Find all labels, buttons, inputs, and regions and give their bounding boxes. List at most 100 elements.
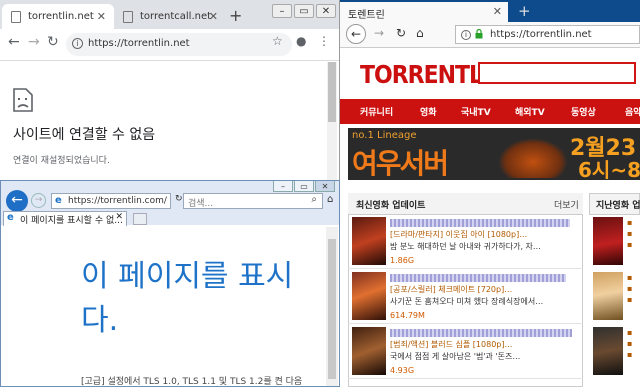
menu-item-video[interactable]: 동영상 — [571, 105, 596, 118]
search-input[interactable]: 검색... ⌕ — [183, 193, 323, 209]
ie-toolbar: – ▭ ✕ ← → e https://torrentlin.com/ ↻ 검색… — [1, 181, 339, 226]
home-icon[interactable]: ⌂ — [416, 26, 424, 40]
scrollbar-thumb[interactable] — [328, 62, 336, 122]
desktop: torrentlin.net ✕ torrentcall.net ✕ + – ▭… — [0, 0, 640, 387]
chrome-tab-strip: torrentlin.net ✕ torrentcall.net ✕ + – ▭… — [0, 0, 339, 29]
ie-logo-icon: e — [7, 212, 14, 223]
movie-poster[interactable] — [593, 327, 623, 375]
firefox-tab[interactable]: 토렌트린 ✕ — [340, 2, 508, 22]
minimize-icon[interactable]: – — [273, 181, 293, 192]
menu-item-movie[interactable]: 영화 — [420, 105, 437, 118]
banner-server: 여우서버 — [352, 147, 449, 180]
movie-poster[interactable] — [352, 217, 386, 265]
site-menu: 커뮤니티 영화 국내TV 해외TV 동영상 음악 — [340, 99, 640, 124]
firefox-window: 토렌트린 ✕ + ← → ↻ ⌂ i https://torrentlin.ne… — [340, 0, 640, 387]
new-tab-button[interactable]: + — [518, 2, 531, 20]
home-icon[interactable]: ⌂ — [327, 194, 333, 205]
ie-tab[interactable]: e 이 페이지를 표시할 수 없... ✕ — [3, 211, 127, 226]
side-movie-text[interactable]: ▪ ▪ ▪ — [627, 217, 640, 265]
search-icon[interactable]: ⌕ — [311, 194, 317, 205]
close-tab-icon[interactable]: ✕ — [209, 10, 218, 23]
list-item[interactable]: [범죄/액션] 블러드 심플 [1080p]… 국에서 점점 게 살아남은 '범… — [348, 325, 583, 379]
page-icon — [11, 11, 21, 23]
panel-title: 지난영화 업데이 — [596, 201, 640, 211]
info-icon[interactable]: i — [461, 30, 471, 40]
address-bar[interactable]: i https://torrentlin.net — [66, 33, 292, 56]
new-tab-button[interactable]: + — [229, 6, 242, 25]
star-icon[interactable]: ☆ — [272, 34, 283, 48]
error-title: 이 페이지를 표시 다. — [81, 255, 331, 343]
maximize-icon[interactable]: ▭ — [294, 4, 314, 18]
movie-poster[interactable] — [352, 327, 386, 375]
list-item[interactable]: [드라마/판타지] 이웃집 아이 [1080p]… 밤 분노 해대하던 날 아내… — [348, 215, 583, 269]
error-title-line1: 이 페이지를 표시 — [81, 259, 294, 294]
address-bar[interactable]: e https://torrentlin.com/ — [51, 193, 171, 209]
file-size: 1.86G — [390, 256, 415, 265]
firefox-tab-label: 토렌트린 — [348, 10, 385, 21]
movie-text[interactable]: [드라마/판타지] 이웃집 아이 [1080p]… 밤 분노 해대하던 날 아내… — [390, 217, 580, 253]
menu-item-domestic-tv[interactable]: 국내TV — [461, 105, 491, 118]
menu-item-music[interactable]: 음악 — [625, 105, 640, 118]
lock-icon — [475, 29, 483, 39]
more-link[interactable]: 더보기 — [554, 198, 579, 211]
chrome-tab-label: torrentlin.net — [28, 11, 94, 22]
file-size: 4.93G — [390, 366, 415, 375]
back-button[interactable]: ← — [6, 190, 28, 212]
side-movie-text[interactable]: ▪ ▪ ▪ — [627, 327, 640, 375]
reload-icon[interactable]: ↻ — [396, 26, 406, 40]
new-tab-button[interactable] — [133, 213, 147, 225]
menu-item-foreign-tv[interactable]: 해외TV — [515, 105, 545, 118]
blurred-title — [390, 218, 570, 227]
close-tab-icon[interactable]: ✕ — [115, 212, 123, 222]
error-subtitle: 연결이 재설정되었습니다. — [13, 156, 110, 166]
chrome-window: torrentlin.net ✕ torrentcall.net ✕ + – ▭… — [0, 0, 340, 180]
close-window-icon[interactable]: ✕ — [316, 4, 336, 18]
sad-page-icon — [13, 88, 33, 112]
back-button[interactable]: ← — [346, 24, 366, 44]
movie-desc: 사기꾼 돈 훔쳐오다 미쳐 했다 장례식장에서… — [390, 297, 544, 306]
maximize-icon[interactable]: ▭ — [294, 181, 314, 192]
back-icon[interactable]: ← — [8, 34, 20, 50]
address-text: https://torrentlin.net — [88, 38, 190, 49]
reload-icon[interactable]: ↻ — [47, 34, 59, 50]
minimize-icon[interactable]: – — [272, 4, 292, 18]
movie-title: [범죄/액션] 블러드 심플 [1080p]… — [390, 340, 513, 349]
info-icon[interactable]: i — [72, 38, 83, 49]
close-window-icon[interactable]: ✕ — [315, 181, 335, 192]
forward-icon[interactable]: → — [374, 26, 384, 40]
movie-desc: 국에서 점점 게 살아남은 '범'과 '돈즈… — [390, 352, 521, 361]
error-title-line2: 다. — [81, 303, 119, 338]
forward-button[interactable]: → — [31, 193, 46, 208]
ie-logo-icon: e — [55, 195, 62, 206]
list-item[interactable]: [공포/스릴러] 체크메이트 [720p]… 사기꾼 돈 훔쳐오다 미쳐 했다 … — [348, 270, 583, 324]
blurred-title — [390, 328, 572, 337]
close-tab-icon[interactable]: ✕ — [97, 10, 106, 23]
ad-banner[interactable]: no.1 Lineage 여우서버 2월23 6시~8 — [348, 128, 640, 180]
refresh-icon[interactable]: ↻ — [175, 194, 183, 204]
scrollbar[interactable] — [326, 227, 338, 386]
movie-poster[interactable] — [593, 217, 623, 265]
scrollbar[interactable] — [327, 62, 337, 180]
forward-icon[interactable]: → — [28, 34, 40, 50]
close-tab-icon[interactable]: ✕ — [493, 5, 502, 18]
movie-poster[interactable] — [593, 272, 623, 320]
profile-icon[interactable]: ● — [296, 34, 306, 48]
movie-text[interactable]: [공포/스릴러] 체크메이트 [720p]… 사기꾼 돈 훔쳐오다 미쳐 했다 … — [390, 272, 580, 308]
chrome-tab-torrentlin[interactable]: torrentlin.net ✕ — [2, 4, 114, 29]
banner-line1: no.1 Lineage — [352, 130, 417, 141]
movie-poster[interactable] — [352, 272, 386, 320]
menu-item-community[interactable]: 커뮤니티 — [360, 105, 393, 118]
movie-title: [공포/스릴러] 체크메이트 [720p]… — [390, 285, 513, 294]
movie-title: [드라마/판타지] 이웃집 아이 [1080p]… — [390, 230, 528, 239]
scrollbar-thumb[interactable] — [328, 239, 336, 379]
chrome-tab-label: torrentcall.net — [140, 11, 212, 22]
address-bar[interactable]: i https://torrentlin.net — [455, 25, 640, 44]
menu-icon[interactable]: ⋮ — [318, 34, 330, 48]
fox-image — [498, 138, 568, 178]
banner-time: 6시~8 — [578, 158, 640, 180]
movie-text[interactable]: [범죄/액션] 블러드 심플 [1080p]… 국에서 점점 게 살아남은 '범… — [390, 327, 580, 363]
chrome-tab-torrentcall[interactable]: torrentcall.net ✕ — [114, 4, 226, 29]
side-movie-text[interactable]: ▪ ▪ ▪ — [627, 272, 640, 320]
site-search-input[interactable] — [478, 62, 636, 84]
page-icon — [123, 11, 133, 23]
